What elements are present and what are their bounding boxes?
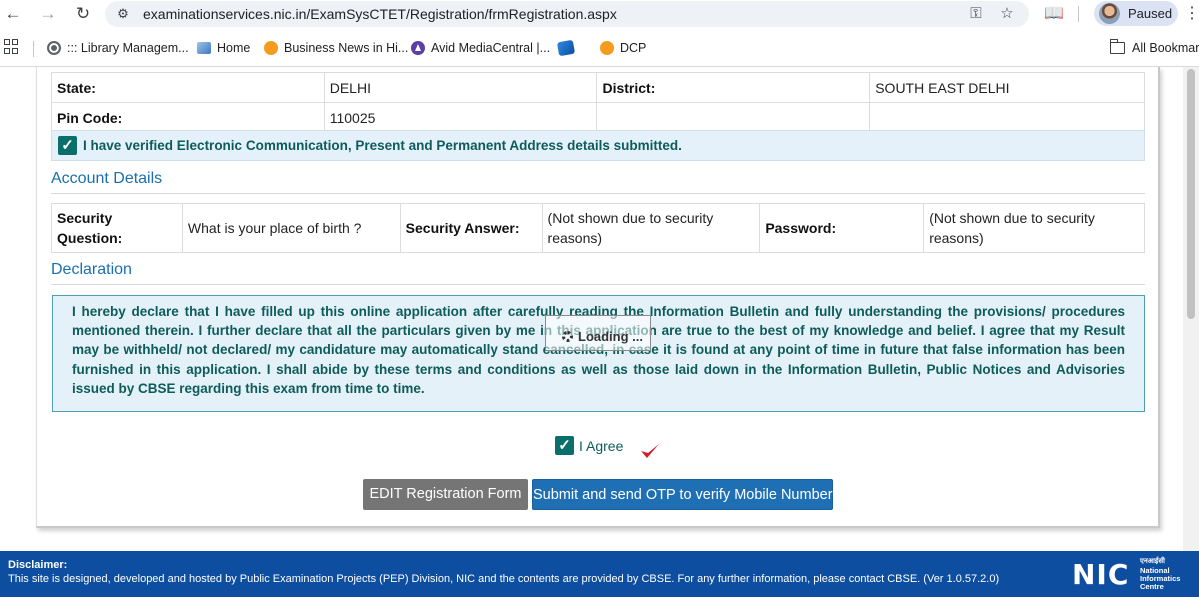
state-value: DELHI	[323, 72, 598, 103]
empty-cell	[869, 102, 1145, 133]
bookmark-home[interactable]: Home	[197, 39, 250, 57]
url-text[interactable]: examinationservices.nic.in/ExamSysCTET/R…	[143, 6, 617, 22]
security-answer-label: Security Answer:	[399, 203, 543, 253]
profile-status-label: Paused	[1128, 6, 1173, 21]
pincode-value: 110025	[323, 102, 598, 133]
bookmark-star-icon[interactable]: ☆	[998, 5, 1016, 23]
bookmark-label: DCP	[620, 41, 647, 55]
i-agree-checkbox[interactable]: ✓	[555, 436, 574, 455]
declaration-heading: Declaration	[51, 261, 132, 278]
reload-icon[interactable]: ↻	[72, 3, 94, 25]
district-value: SOUTH EAST DELHI	[869, 72, 1145, 103]
pincode-label: Pin Code:	[51, 102, 325, 133]
password-label: Password:	[759, 203, 925, 253]
toolbar-separator	[1078, 6, 1079, 22]
account-details-heading: Account Details	[51, 170, 163, 187]
orange-dot-icon	[600, 41, 614, 55]
empty-cell	[596, 102, 871, 133]
security-answer-value: (Not shown due to security reasons)	[541, 203, 761, 253]
avid-icon	[411, 41, 425, 55]
all-bookmarks-label: All Bookmarks	[1132, 41, 1199, 55]
all-bookmarks-button[interactable]: All Bookmarks	[1109, 39, 1199, 57]
back-arrow-icon[interactable]: ←	[2, 3, 24, 25]
page-scrollbar[interactable]	[1183, 67, 1199, 551]
bookmark-avid-mediacentral[interactable]: Avid MediaCentral |...	[411, 39, 550, 57]
forward-arrow-icon[interactable]: →	[37, 3, 59, 25]
bookmarks-bar: ::: Library Managem... Home Business New…	[0, 35, 1199, 61]
bookmark-dcp[interactable]: DCP	[600, 39, 646, 57]
district-label: District:	[596, 72, 871, 103]
browser-toolbar: ← → ↻ ⚙ examinationservices.nic.in/ExamS…	[0, 0, 1199, 28]
bookmark-label: Home	[217, 41, 251, 55]
bookmark-label: ::: Library Managem...	[67, 41, 189, 55]
address-bar[interactable]: ⚙ examinationservices.nic.in/ExamSysCTET…	[105, 1, 1029, 27]
i-agree-label[interactable]: I Agree	[579, 438, 623, 454]
apps-grid-icon[interactable]	[4, 39, 20, 55]
section-divider	[51, 284, 1145, 285]
page-content: State: DELHI District: SOUTH EAST DELHI …	[0, 67, 1199, 597]
table-row: State: DELHI District: SOUTH EAST DELHI	[51, 72, 1145, 103]
loading-spinner-icon	[562, 331, 573, 342]
security-question-label: Security Question:	[51, 203, 183, 253]
section-divider	[51, 193, 1145, 194]
bookmark-business-news[interactable]: Business News in Hi...	[264, 39, 408, 57]
nic-logo-text: NIC	[1072, 558, 1130, 591]
loading-overlay: Loading ...	[545, 315, 651, 351]
account-details-table: Security Question: What is your place of…	[51, 203, 1145, 253]
scrollbar-thumb[interactable]	[1187, 69, 1195, 319]
globe-icon	[47, 41, 61, 55]
folder-icon	[1109, 39, 1125, 54]
security-question-value: What is your place of birth ?	[181, 203, 401, 253]
profile-button[interactable]: Paused	[1094, 1, 1178, 26]
disclaimer-title: Disclaimer:	[8, 559, 68, 571]
address-table: State: DELHI District: SOUTH EAST DELHI …	[51, 72, 1145, 133]
avatar	[1099, 3, 1120, 24]
reading-mode-icon[interactable]: 📖	[1043, 4, 1065, 24]
loading-text: Loading ...	[578, 329, 643, 344]
site-settings-icon[interactable]: ⚙	[115, 6, 131, 22]
bookmark-label: Avid MediaCentral |...	[431, 41, 551, 55]
bookmarks-separator	[33, 41, 34, 57]
nic-logo-hindi: एनआईसी	[1140, 558, 1165, 565]
red-checkmark-icon	[641, 444, 659, 458]
edit-registration-button[interactable]: EDIT Registration Form	[363, 479, 528, 510]
table-row: Security Question: What is your place of…	[51, 203, 1145, 253]
chart-icon	[197, 42, 211, 54]
footer: Disclaimer: This site is designed, devel…	[0, 551, 1199, 597]
address-verified-text: I have verified Electronic Communication…	[83, 138, 682, 153]
orange-dot-icon	[264, 41, 278, 55]
table-row: Pin Code: 110025	[51, 102, 1145, 133]
state-label: State:	[51, 72, 325, 103]
disclaimer-text: This site is designed, developed and hos…	[8, 573, 1000, 585]
declaration-box: I hereby declare that I have filled up t…	[52, 295, 1145, 412]
password-key-icon[interactable]: ⚿	[967, 5, 985, 23]
address-verified-row: ✓ I have verified Electronic Communicati…	[51, 130, 1145, 161]
shortcut-icon	[556, 39, 576, 57]
bookmark-label: Business News in Hi...	[284, 41, 409, 55]
nic-logo-line3: Centre	[1140, 582, 1164, 591]
submit-otp-button[interactable]: Submit and send OTP to verify Mobile Num…	[532, 479, 833, 510]
nic-logo: NIC एनआईसी National Informatics Centre	[1070, 558, 1188, 592]
bookmark-shortcut[interactable]	[556, 39, 580, 57]
bookmark-library-management[interactable]: ::: Library Managem...	[47, 39, 189, 57]
address-verified-checkbox[interactable]: ✓	[58, 136, 77, 155]
password-value: (Not shown due to security reasons)	[923, 203, 1145, 253]
browser-menu-icon[interactable]: ⋮	[1184, 3, 1199, 25]
